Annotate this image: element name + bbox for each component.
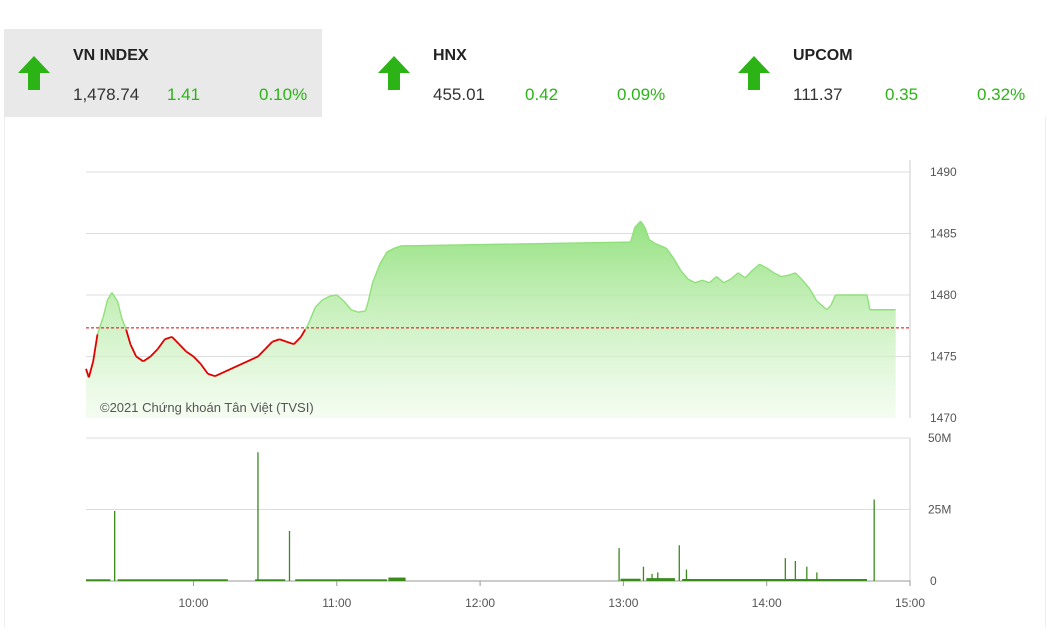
volume-grid bbox=[86, 437, 911, 582]
volume-activity-band bbox=[682, 578, 868, 581]
price-area bbox=[86, 221, 896, 418]
volume-y-axis: 50M 25M 0 bbox=[928, 431, 951, 588]
time-tick-label: 14:00 bbox=[752, 596, 782, 610]
time-tick-label: 11:00 bbox=[322, 596, 351, 610]
volume-activity-band bbox=[86, 579, 111, 581]
price-area-fill bbox=[86, 221, 896, 418]
volume-activity-band bbox=[388, 577, 406, 581]
time-tick-label: 13:00 bbox=[608, 596, 638, 610]
time-x-axis: 10:00 11:00 12:00 13:00 14:00 15:00 bbox=[178, 581, 925, 610]
volume-tick-label: 25M bbox=[928, 503, 951, 517]
price-y-axis: 1490 1485 1480 1475 1470 bbox=[930, 165, 957, 425]
price-tick-label: 1480 bbox=[930, 288, 957, 302]
volume-activity-band bbox=[646, 578, 675, 581]
volume-bars bbox=[86, 452, 875, 581]
price-tick-label: 1470 bbox=[930, 411, 957, 425]
price-tick-label: 1485 bbox=[930, 227, 957, 241]
volume-tick-label: 0 bbox=[930, 574, 937, 588]
intraday-chart[interactable]: 1490 1485 1480 1475 1470 ©2021 Chứng khoán T… bbox=[0, 0, 1050, 630]
volume-tick-label: 50M bbox=[928, 431, 951, 445]
volume-activity-band bbox=[620, 578, 641, 581]
time-tick-label: 12:00 bbox=[465, 596, 495, 610]
time-tick-label: 10:00 bbox=[178, 596, 208, 610]
volume-activity-band bbox=[295, 579, 387, 581]
time-tick-label: 15:00 bbox=[895, 596, 925, 610]
price-tick-label: 1490 bbox=[930, 165, 957, 179]
price-tick-label: 1475 bbox=[930, 350, 957, 364]
volume-activity-band bbox=[117, 579, 228, 581]
copyright-watermark: ©2021 Chứng khoán Tân Việt (TVSI) bbox=[100, 400, 314, 415]
volume-activity-band bbox=[255, 579, 286, 581]
